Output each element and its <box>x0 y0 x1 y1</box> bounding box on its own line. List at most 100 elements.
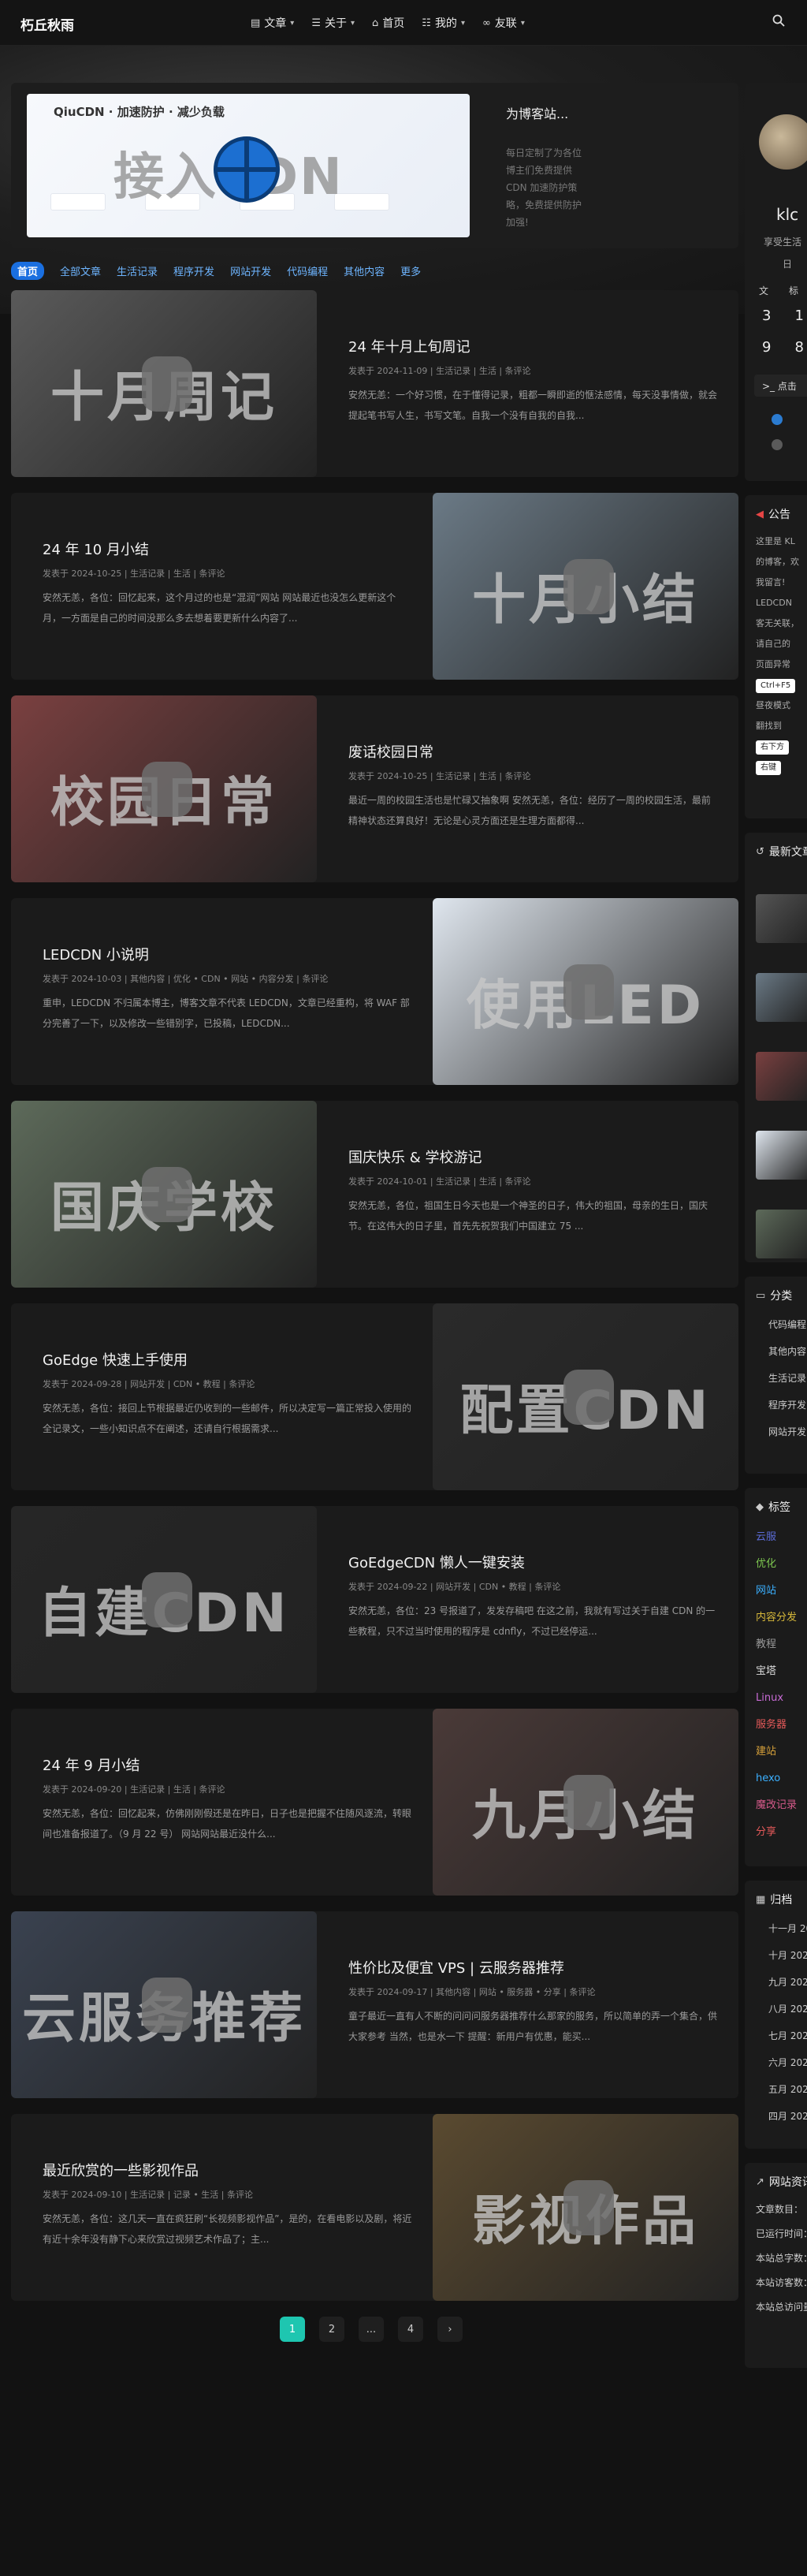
category-item[interactable]: 生活记录 <box>768 1365 806 1392</box>
recent-post-thumbnail[interactable] <box>756 973 807 1022</box>
search-icon[interactable] <box>772 14 785 27</box>
post-card[interactable]: 十月小结 24 年 10 月小结发表于 2024-10-25 | 生活记录 | 生… <box>11 493 738 680</box>
tags-card: ◆ 标签 云服 优化 网站 内容分发 教程 宝塔 Linux 服务器 建站 hexo 魔改记录 分享 <box>745 1488 807 1866</box>
tab-item[interactable]: 网站开发 <box>230 263 271 278</box>
post-thumbnail[interactable]: 使用LED <box>433 898 738 1085</box>
tag-item[interactable]: 魔改记录 <box>756 1792 797 1819</box>
post-card[interactable]: 云服务推荐性价比及便宜 VPS | 云服务器推荐发表于 2024-09-17 |… <box>11 1911 738 2098</box>
stat-label-articles[interactable]: 文 <box>759 284 768 297</box>
post-thumbnail[interactable]: 自建CDN <box>11 1506 317 1693</box>
tag-item[interactable]: hexo <box>756 1765 796 1792</box>
next-page-button[interactable]: › <box>437 2317 463 2342</box>
page-button[interactable]: 4 <box>398 2317 423 2342</box>
post-title[interactable]: 国庆快乐 & 学校游记 <box>348 1146 482 1167</box>
archive-item[interactable]: 六月 2024 <box>768 2049 807 2076</box>
post-title[interactable]: 最近欣赏的一些影视作品 <box>43 2160 199 2180</box>
archive-item[interactable]: 十一月 2024 <box>768 1915 807 1942</box>
post-card[interactable]: 校园日常废话校园日常发表于 2024-10-25 | 生活记录 | 生活 | 条… <box>11 695 738 882</box>
post-thumbnail[interactable]: 九月小结 <box>433 1709 738 1896</box>
post-card[interactable]: 九月小结24 年 9 月小结发表于 2024-09-20 | 生活记录 | 生活… <box>11 1709 738 1896</box>
post-title[interactable]: GoEdge 快速上手使用 <box>43 1349 188 1370</box>
tag-item[interactable]: 服务器 <box>756 1712 796 1739</box>
stat-label-tags[interactable]: 标 <box>789 284 798 297</box>
archive-item[interactable]: 七月 2024 <box>768 2022 807 2049</box>
post-card[interactable]: 使用LEDLEDCDN 小说明发表于 2024-10-03 | 其他内容 | 优… <box>11 898 738 1085</box>
post-thumbnail[interactable]: 配置CDN <box>433 1303 738 1490</box>
site-title[interactable]: 朽丘秋雨 <box>20 14 74 34</box>
post-card[interactable]: 自建CDNGoEdgeCDN 懒人一键安装发表于 2024-09-22 | 网站… <box>11 1506 738 1693</box>
tag-item[interactable]: 云服 <box>756 1524 796 1551</box>
page-button[interactable]: 1 <box>280 2317 305 2342</box>
banner-image[interactable]: QiuCDN · 加速防护 · 减少负载 接入CDN <box>27 94 470 237</box>
banner-description: 每日定制了为各位博主们免费提供 CDN 加速防护策略，免费提供防护加强! <box>506 147 582 228</box>
post-title[interactable]: 性价比及便宜 VPS | 云服务器推荐 <box>348 1957 564 1978</box>
post-meta: 发表于 2024-09-28 | 网站开发 | CDN • 教程 | 条评论 <box>43 1379 255 1389</box>
nav-home[interactable]: ⌂ 首页 <box>372 15 404 31</box>
tag-item[interactable]: 宝塔 <box>756 1658 796 1685</box>
post-card[interactable]: 配置CDN GoEdge 快速上手使用发表于 2024-09-28 | 网站开发 … <box>11 1303 738 1490</box>
post-thumbnail[interactable]: 校园日常 <box>11 695 317 882</box>
post-thumbnail[interactable]: 十月小结 <box>433 493 738 680</box>
recent-list <box>745 894 807 1258</box>
recent-post-thumbnail[interactable] <box>756 894 807 943</box>
page-button[interactable]: ... <box>359 2317 384 2342</box>
notice-body: 这里是 KL 的博客，欢 我留言! LEDCDN 客无关联， 请自己的 页面异常 Ctrl+F… <box>745 527 807 782</box>
category-item[interactable]: 网站开发 <box>768 1418 806 1445</box>
tag-item[interactable]: 分享 <box>756 1819 796 1846</box>
nav-friends-label: 友联 <box>494 17 517 30</box>
tab-item[interactable]: 首页 <box>11 261 45 280</box>
tab-item[interactable]: 更多 <box>400 263 421 278</box>
post-card[interactable]: 十月周记24 年十月上旬周记发表于 2024-11-09 | 生活记录 | 生活… <box>11 290 738 477</box>
recent-post-thumbnail[interactable] <box>756 1210 807 1258</box>
category-item[interactable]: 其他内容 <box>768 1338 806 1365</box>
tag-item[interactable]: 内容分发 <box>756 1605 797 1631</box>
nav-mine[interactable]: ☷ 我的 ▾ <box>422 15 465 31</box>
archive-item[interactable]: 四月 2024 <box>768 2103 807 2130</box>
category-item[interactable]: 程序开发 <box>768 1392 806 1418</box>
notice-card: ◀ 公告 这里是 KL 的博客，欢 我留言! LEDCDN 客无关联， 请自己的 页面异常 C… <box>745 495 807 818</box>
banner-title[interactable]: 为博客站... <box>506 103 568 122</box>
featured-banner[interactable]: QiuCDN · 加速防护 · 减少负载 接入CDN 为博客站... 每日定制了… <box>11 83 738 248</box>
recent-post-thumbnail[interactable] <box>756 1131 807 1180</box>
github-icon[interactable] <box>772 414 783 425</box>
archive-item[interactable]: 十月 2024 <box>768 1942 807 1969</box>
tab-item[interactable]: 代码编程 <box>287 263 328 278</box>
post-thumbnail[interactable]: 云服务推荐 <box>11 1911 317 2098</box>
post-meta: 发表于 2024-10-25 | 生活记录 | 生活 | 条评论 <box>43 569 225 579</box>
post-thumbnail[interactable]: 国庆学校 <box>11 1101 317 1288</box>
post-title[interactable]: 24 年 10 月小结 <box>43 539 149 559</box>
tab-item[interactable]: 全部文章 <box>60 263 101 278</box>
tag-item[interactable]: Linux <box>756 1685 796 1712</box>
nav-articles[interactable]: ▤ 文章 ▾ <box>251 15 294 31</box>
tag-item[interactable]: 教程 <box>756 1631 796 1658</box>
post-thumbnail[interactable]: 影视作品 <box>433 2114 738 2301</box>
tag-item[interactable]: 建站 <box>756 1739 796 1765</box>
post-thumbnail[interactable]: 十月周记 <box>11 290 317 477</box>
notice-line: 页面异常 <box>756 659 790 669</box>
post-title[interactable]: LEDCDN 小说明 <box>43 944 149 964</box>
tag-item[interactable]: 优化 <box>756 1551 796 1578</box>
tab-item[interactable]: 生活记录 <box>117 263 158 278</box>
post-title[interactable]: 24 年十月上旬周记 <box>348 336 470 356</box>
avatar[interactable] <box>759 114 807 170</box>
post-card[interactable]: 国庆学校国庆快乐 & 学校游记发表于 2024-10-01 | 生活记录 | 生… <box>11 1101 738 1288</box>
archive-item[interactable]: 九月 2024 <box>768 1969 807 1996</box>
archive-item[interactable]: 八月 2024 <box>768 1996 807 2022</box>
nav-about[interactable]: ☰ 关于 ▾ <box>311 15 355 31</box>
page-button[interactable]: 2 <box>319 2317 344 2342</box>
post-card[interactable]: 影视作品最近欣赏的一些影视作品发表于 2024-09-10 | 生活记录 | 记… <box>11 2114 738 2301</box>
rss-icon[interactable] <box>772 439 783 450</box>
nav-friends[interactable]: ∞ 友联 ▾ <box>482 15 525 31</box>
site-info-item: 本站总字数： <box>756 2253 807 2264</box>
post-title[interactable]: 废话校园日常 <box>348 741 433 762</box>
follow-button[interactable]: >_ 点击 <box>754 375 807 397</box>
tab-item[interactable]: 其他内容 <box>344 263 385 278</box>
category-item[interactable]: 代码编程 <box>768 1311 806 1338</box>
tag-item[interactable]: 网站 <box>756 1578 796 1605</box>
post-title[interactable]: 24 年 9 月小结 <box>43 1754 140 1775</box>
tab-item[interactable]: 程序开发 <box>173 263 214 278</box>
post-title[interactable]: GoEdgeCDN 懒人一键安装 <box>348 1552 525 1572</box>
archive-item[interactable]: 五月 2024 <box>768 2076 807 2103</box>
notice-line: 翻找到 <box>756 721 782 731</box>
recent-post-thumbnail[interactable] <box>756 1052 807 1101</box>
